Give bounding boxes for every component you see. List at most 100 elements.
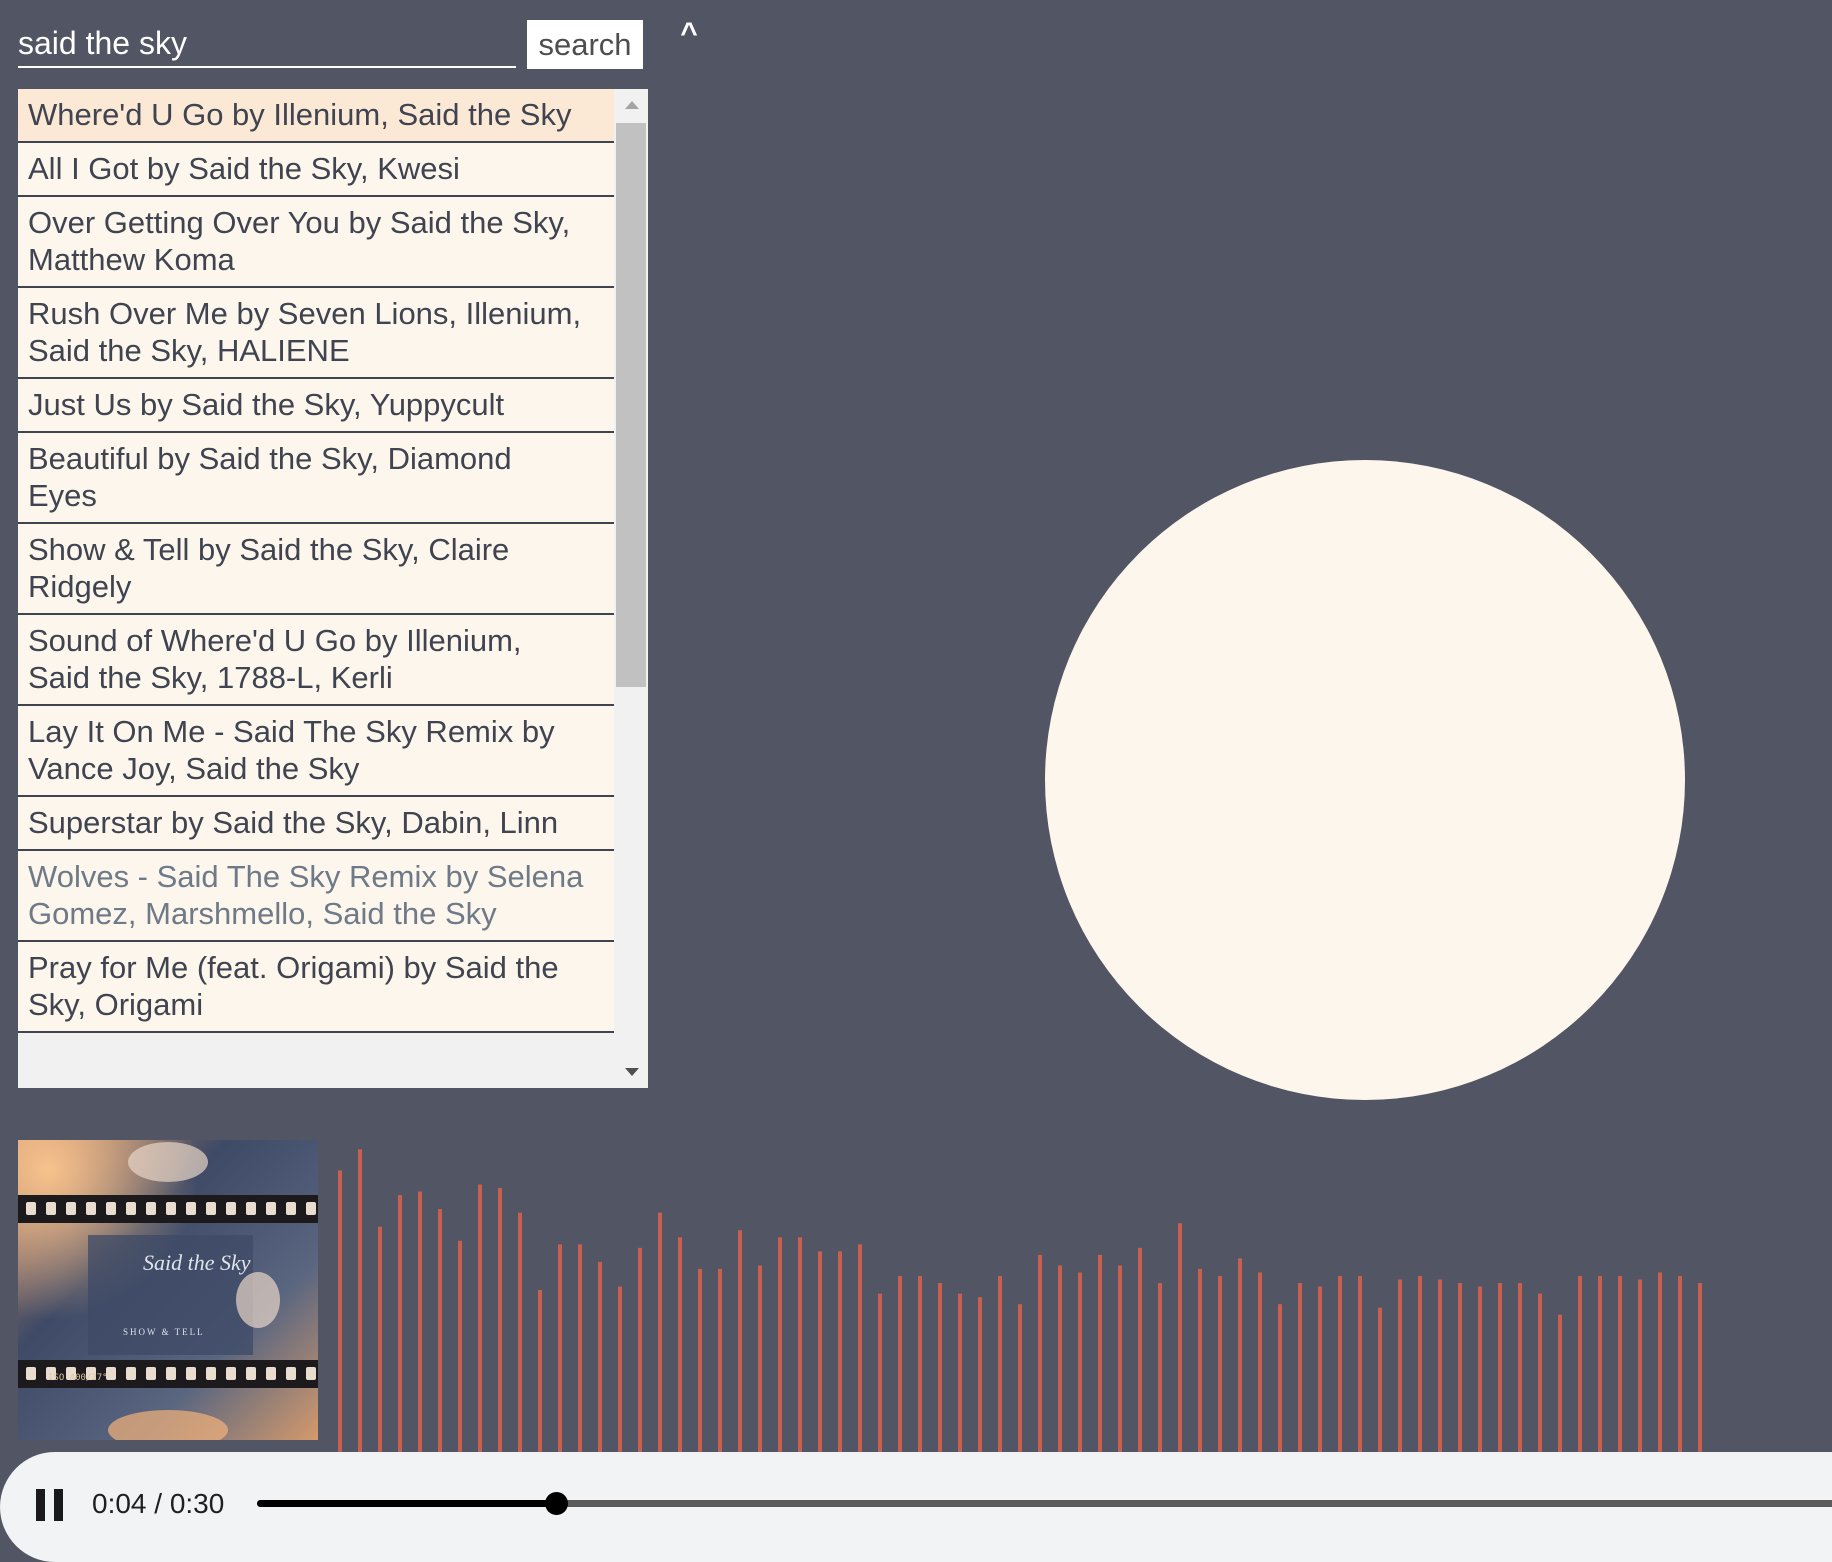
visualizer-bar (1058, 1265, 1062, 1452)
result-item[interactable]: Pray for Me (feat. Origami) by Said the S… (18, 942, 614, 1033)
visualizer-bar (1498, 1283, 1502, 1452)
result-item-text: Sound of Where'd U Go by Illenium, (28, 623, 522, 658)
result-item-text: Ridgely (28, 569, 132, 604)
visualizer-bar (378, 1226, 382, 1452)
visualizer-bar (398, 1195, 402, 1452)
pause-icon (36, 1489, 45, 1521)
result-item[interactable]: Just Us by Said the Sky, Yuppycult (18, 379, 614, 433)
visualizer-bar (1578, 1276, 1582, 1452)
visualizer-bar (518, 1212, 522, 1452)
visualizer-bar (798, 1237, 802, 1452)
visualizer-bar (1098, 1254, 1102, 1452)
pause-button[interactable] (36, 1489, 66, 1521)
progress-handle[interactable] (544, 1492, 568, 1515)
visualizer-bar (1678, 1276, 1682, 1452)
visualizer-bar (898, 1276, 902, 1452)
result-item-text: Show & Tell by Said the Sky, Claire (28, 532, 510, 567)
visualizer-bar (878, 1293, 882, 1452)
visualizer-bar (698, 1268, 702, 1452)
pause-icon-bar (54, 1489, 63, 1521)
visualizer-bar (558, 1244, 562, 1452)
visualizer-bar (1418, 1276, 1422, 1452)
collapse-results-button[interactable]: ^ (672, 14, 706, 54)
visualizer-bar (918, 1276, 922, 1452)
search-input[interactable] (18, 20, 516, 68)
visualizer-bar (938, 1283, 942, 1452)
visualizer-bar (1018, 1304, 1022, 1452)
result-item[interactable]: Where'd U Go by Illenium, Said the Sky (18, 89, 614, 143)
result-item[interactable]: Show & Tell by Said the Sky, Claire Ridge… (18, 524, 614, 615)
results-scrollbar[interactable] (614, 89, 648, 1088)
visualizer-bar (1398, 1279, 1402, 1452)
results-panel: Where'd U Go by Illenium, Said the Sky Al… (18, 89, 648, 1088)
visualizer-bar (638, 1247, 642, 1452)
visualizer-bar (1258, 1272, 1262, 1452)
result-item-text: Matthew Koma (28, 242, 235, 277)
result-item-text: Vance Joy, Said the Sky (28, 751, 360, 786)
visualizer-bar (658, 1212, 662, 1452)
visualizer-bar (1538, 1293, 1542, 1452)
visualizer-bar (598, 1261, 602, 1452)
visualizer-bar (1298, 1283, 1302, 1452)
album-art-image: Said the Sky SHOW & TELL ISO 400/27° (18, 1140, 318, 1440)
visualizer-bar (1078, 1272, 1082, 1452)
result-item-text: Beautiful by Said the Sky, Diamond (28, 441, 512, 476)
visualizer-bar (1438, 1279, 1442, 1452)
visualizer-bar (1698, 1283, 1702, 1452)
result-item[interactable]: Superstar by Said the Sky, Dabin, Linn (18, 797, 614, 851)
scroll-up-arrow-icon[interactable] (625, 101, 639, 109)
time-display: 0:04 / 0:30 (92, 1488, 225, 1519)
result-item[interactable]: Wolves - Said The Sky Remix by Selena Gom… (18, 851, 614, 942)
visualizer-bar (498, 1188, 502, 1452)
visualizer-bar (678, 1237, 682, 1452)
result-item-text: Where'd U Go by Illenium, Said the Sky (28, 97, 572, 132)
visualizer-bar (758, 1265, 762, 1452)
result-item[interactable]: Sound of Where'd U Go by Illenium, Said t… (18, 615, 614, 706)
progress-fill (257, 1500, 556, 1507)
visualizer-bar (1038, 1254, 1042, 1452)
result-item-text: Over Getting Over You by Said the Sky, (28, 205, 571, 240)
album-art-film-text: ISO 400/27° (48, 1373, 108, 1383)
result-item-text: Rush Over Me by Seven Lions, Illenium, (28, 296, 582, 331)
visualizer-bar (1658, 1272, 1662, 1452)
result-item[interactable]: Over Getting Over You by Said the Sky, Ma… (18, 197, 614, 288)
result-item-text: Said the Sky, 1788-L, Kerli (28, 660, 393, 695)
center-circle (1045, 460, 1685, 1100)
result-item-text: Wolves - Said The Sky Remix by Selena (28, 859, 584, 894)
visualizer-bar (838, 1251, 842, 1452)
result-item-text: Gomez, Marshmello, Said the Sky (28, 896, 497, 931)
visualizer-bar (1278, 1304, 1282, 1452)
visualizer-bar (1118, 1265, 1122, 1452)
result-item-text: Sky, Origami (28, 987, 204, 1022)
scroll-down-arrow-icon[interactable] (625, 1068, 639, 1076)
visualizer-bar (578, 1244, 582, 1452)
result-item-text: Pray for Me (feat. Origami) by Said the (28, 950, 559, 985)
visualizer-bar (1158, 1283, 1162, 1452)
visualizer-bar (718, 1268, 722, 1452)
visualizer-bar (738, 1230, 742, 1452)
result-item[interactable]: Lay It On Me - Said The Sky Remix by Vanc… (18, 706, 614, 797)
visualizer-bar (1618, 1276, 1622, 1452)
result-item-text: All I Got by Said the Sky, Kwesi (28, 151, 460, 186)
visualizer-bar (1358, 1276, 1362, 1452)
visualizer-bar (778, 1237, 782, 1452)
scrollbar-thumb[interactable] (616, 123, 646, 687)
visualizer-bar (1178, 1223, 1182, 1452)
result-item[interactable]: Rush Over Me by Seven Lions, Illenium, Sa… (18, 288, 614, 379)
audio-visualizer (338, 1149, 1702, 1452)
result-item[interactable]: Beautiful by Said the Sky, Diamond Eyes (18, 433, 614, 524)
visualizer-bar (978, 1297, 982, 1452)
visualizer-bar (338, 1170, 342, 1452)
album-art-title: Said the Sky (143, 1250, 251, 1275)
visualizer-bar (958, 1293, 962, 1452)
visualizer-bar (1458, 1283, 1462, 1452)
search-button[interactable]: search (527, 20, 643, 69)
album-art-caption: SHOW & TELL (123, 1327, 205, 1337)
visualizer-bar (1478, 1286, 1482, 1452)
visualizer-bar (538, 1290, 542, 1452)
result-item[interactable]: All I Got by Said the Sky, Kwesi (18, 143, 614, 197)
results-list: Where'd U Go by Illenium, Said the Sky Al… (18, 89, 614, 1033)
visualizer-bar (1338, 1276, 1342, 1452)
result-item-text: Superstar by Said the Sky, Dabin, Linn (28, 805, 559, 840)
progress-slider[interactable] (257, 1492, 1832, 1515)
